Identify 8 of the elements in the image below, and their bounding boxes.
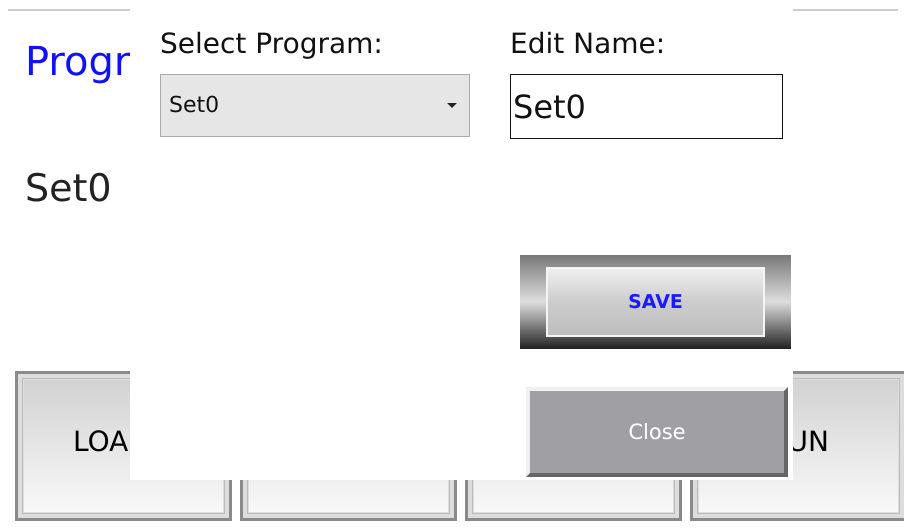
program-heading: Progr [25, 39, 130, 85]
select-program-label: Select Program: [160, 26, 384, 62]
program-name: Set0 [25, 165, 112, 211]
caret-icon [447, 103, 457, 108]
save-button[interactable]: SAVE [520, 255, 791, 349]
name-input-field[interactable]: Set0 [510, 74, 783, 139]
program-dropdown[interactable]: Set0 [160, 74, 470, 137]
edit-name-label: Edit Name: [510, 26, 666, 62]
